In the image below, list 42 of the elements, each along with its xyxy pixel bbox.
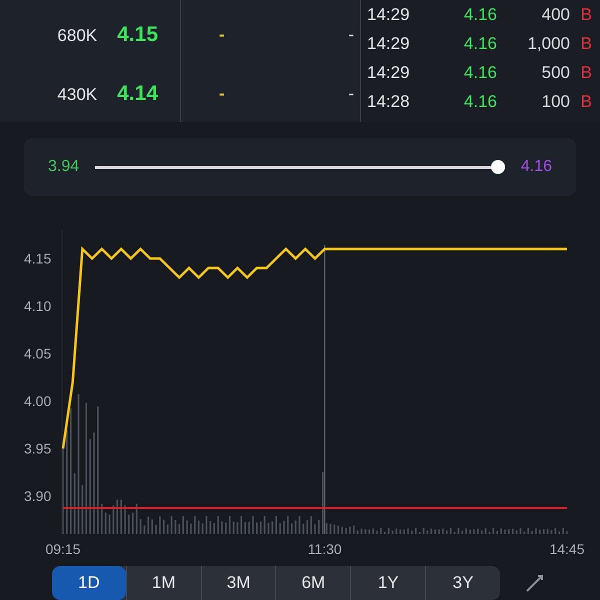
trade-time: 14:29 bbox=[367, 34, 411, 54]
trade-side: B bbox=[580, 62, 592, 82]
period-tab[interactable]: 1Y bbox=[350, 566, 426, 600]
min-price-label: 3.94 bbox=[48, 158, 80, 176]
dash-text: - bbox=[219, 25, 225, 45]
x-axis-label: 11:30 bbox=[308, 541, 342, 557]
period-tab[interactable]: 6M bbox=[275, 566, 350, 600]
y-axis-label: 4.05 bbox=[24, 346, 52, 362]
period-tab[interactable]: 3Y bbox=[425, 566, 500, 600]
trade-price: 4.16 bbox=[462, 62, 497, 82]
x-axis-label: 14:45 bbox=[549, 541, 585, 557]
period-tab[interactable]: 1M bbox=[126, 566, 201, 600]
trade-time: 14:28 bbox=[367, 92, 411, 112]
trade-volume: 100 bbox=[540, 92, 570, 112]
max-price-label: 4.16 bbox=[520, 158, 552, 176]
period-tab[interactable]: 3M bbox=[200, 566, 276, 600]
price-text: 4.14 bbox=[117, 82, 158, 106]
volume-text: 430K bbox=[57, 85, 98, 105]
dash-text: - bbox=[348, 84, 354, 104]
slider-thumb[interactable] bbox=[490, 160, 505, 174]
trade-side: B bbox=[580, 92, 592, 112]
trade-price: 4.16 bbox=[462, 92, 497, 112]
trade-side: B bbox=[580, 34, 592, 54]
y-axis-label: 4.15 bbox=[24, 250, 52, 266]
y-axis-label: 3.95 bbox=[24, 440, 52, 456]
period-tab[interactable]: 1D bbox=[52, 566, 126, 600]
trade-price: 4.16 bbox=[462, 34, 497, 54]
x-axis-label: 09:15 bbox=[45, 541, 81, 557]
trade-time: 14:29 bbox=[367, 4, 411, 24]
y-axis-label: 4.00 bbox=[24, 393, 52, 409]
price-text: 4.15 bbox=[117, 23, 158, 47]
y-axis-label: 4.10 bbox=[24, 298, 52, 314]
trade-volume: 400 bbox=[540, 4, 570, 24]
dash-text: - bbox=[219, 84, 225, 104]
dash-text: - bbox=[348, 25, 354, 45]
trade-side: B bbox=[580, 4, 592, 24]
volume-text: 680K bbox=[57, 26, 98, 46]
y-axis-label: 3.90 bbox=[24, 488, 52, 504]
trade-price: 4.16 bbox=[462, 4, 497, 24]
trade-time: 14:29 bbox=[367, 62, 411, 82]
trade-volume: 500 bbox=[540, 62, 570, 82]
trade-volume: 1,000 bbox=[526, 34, 570, 54]
